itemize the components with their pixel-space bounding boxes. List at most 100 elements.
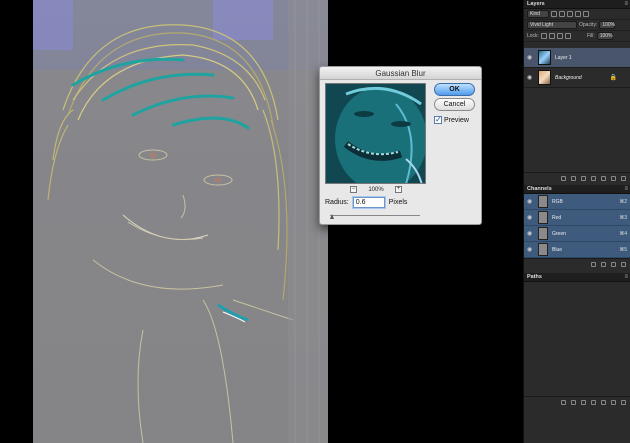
photo-edges	[33, 0, 328, 443]
load-selection-icon[interactable]	[591, 261, 596, 267]
tab-channels[interactable]: Channels	[527, 186, 552, 192]
menu-icon[interactable]: ≡	[624, 186, 627, 192]
layers-panel-header: Layers ≡	[524, 0, 630, 9]
channel-row[interactable]: ◉ Blue ⌘5	[524, 242, 630, 258]
filter-kind-select[interactable]: Kind	[527, 10, 549, 18]
channel-row[interactable]: ◉ Red ⌘3	[524, 210, 630, 226]
tab-layers[interactable]: Layers	[527, 1, 545, 7]
layers-empty-area[interactable]	[524, 88, 630, 172]
channel-row[interactable]: ◉ Green ⌘4	[524, 226, 630, 242]
eye-icon[interactable]: ◉	[527, 54, 535, 61]
folder-icon[interactable]	[601, 175, 606, 181]
blur-preview[interactable]	[325, 83, 426, 184]
channels-panel-header: Channels ≡	[524, 185, 630, 194]
trash-icon[interactable]	[621, 261, 626, 267]
filter-adjustment-icon[interactable]	[559, 11, 565, 17]
paths-panel-header: Paths ≡	[524, 273, 630, 282]
dialog-title[interactable]: Gaussian Blur	[320, 67, 481, 80]
opacity-value: 100%	[602, 22, 616, 28]
adjustment-icon[interactable]	[591, 175, 596, 181]
lock-pixels-icon[interactable]	[548, 33, 555, 39]
zoom-out-button[interactable]: −	[350, 186, 357, 193]
gaussian-blur-dialog: Gaussian Blur − 100% + OK Cancel ✓ Previ…	[319, 66, 482, 225]
channels-footer	[524, 258, 630, 269]
radius-input[interactable]: 0.6	[352, 197, 385, 208]
channel-shortcut: ⌘4	[619, 230, 627, 237]
filter-shape-icon[interactable]	[575, 11, 581, 17]
mask-icon[interactable]	[581, 175, 586, 181]
eye-icon[interactable]: ◉	[527, 198, 535, 205]
fill-value: 100%	[599, 33, 613, 39]
paths-footer	[524, 396, 630, 407]
opacity-input[interactable]: 100%	[599, 21, 616, 29]
layer-name[interactable]: Background	[555, 75, 610, 81]
eye-icon[interactable]: ◉	[527, 230, 535, 237]
layer-row[interactable]: ◉ Background 🔒	[524, 68, 630, 88]
channel-thumbnail	[538, 243, 548, 256]
stroke-path-icon[interactable]	[571, 399, 576, 405]
blend-mode-select[interactable]: Vivid Light	[527, 21, 577, 29]
lock-icon: 🔒	[609, 75, 617, 81]
channel-shortcut: ⌘5	[619, 246, 627, 253]
layer-row[interactable]: ◉ Layer 1	[524, 48, 630, 68]
layers-footer	[524, 172, 630, 183]
channel-thumbnail	[538, 227, 548, 240]
mask-icon[interactable]	[601, 399, 606, 405]
link-icon[interactable]	[561, 175, 566, 181]
fill-path-icon[interactable]	[561, 399, 566, 405]
trash-icon[interactable]	[621, 399, 626, 405]
filter-kind-value: Kind	[530, 11, 541, 17]
channel-row[interactable]: ◉ RGB ⌘2	[524, 194, 630, 210]
channel-name: Red	[552, 214, 562, 221]
fx-icon[interactable]	[571, 175, 576, 181]
panel-dock: Layers ≡ Kind Vivid Light Opacity: 100% …	[523, 0, 630, 443]
menu-icon[interactable]: ≡	[624, 1, 627, 7]
eye-icon[interactable]: ◉	[527, 246, 535, 253]
lock-row: Lock: Fill: 100%	[524, 31, 630, 42]
layer-thumbnail	[538, 70, 551, 85]
fill-input[interactable]: 100%	[596, 32, 613, 40]
channel-name: RGB	[552, 198, 563, 205]
radius-unit: Pixels	[388, 199, 408, 206]
preview-zoom-controls: − 100% +	[350, 185, 402, 194]
channel-name: Blue	[552, 246, 563, 253]
zoom-in-button[interactable]: +	[394, 186, 402, 193]
zoom-level: 100%	[368, 186, 384, 193]
ok-button[interactable]: OK	[434, 83, 475, 96]
trash-icon[interactable]	[621, 175, 626, 181]
filter-type-icon[interactable]	[567, 11, 573, 17]
cancel-button[interactable]: Cancel	[434, 98, 475, 111]
menu-icon[interactable]: ≡	[624, 274, 627, 280]
radius-slider-track[interactable]	[330, 215, 420, 216]
high-pass-photo	[33, 0, 328, 443]
eye-icon[interactable]: ◉	[527, 214, 535, 221]
radius-label: Radius:	[325, 199, 349, 206]
lock-all-icon[interactable]	[564, 33, 571, 39]
layer-name[interactable]: Layer 1	[555, 55, 627, 61]
channel-name: Green	[552, 230, 566, 237]
filter-pixel-icon[interactable]	[551, 11, 557, 17]
new-path-icon[interactable]	[611, 399, 616, 405]
load-path-icon[interactable]	[581, 399, 586, 405]
tab-paths[interactable]: Paths	[527, 274, 542, 280]
make-path-icon[interactable]	[591, 399, 596, 405]
preview-face-image	[326, 84, 425, 183]
filter-smart-icon[interactable]	[583, 11, 589, 17]
channel-shortcut: ⌘2	[619, 198, 627, 205]
preview-checkbox[interactable]: ✓	[434, 116, 442, 124]
eye-icon[interactable]: ◉	[527, 74, 535, 81]
fill-label: Fill:	[586, 33, 595, 39]
layer-filter-row: Kind	[524, 9, 630, 20]
new-channel-icon[interactable]	[611, 261, 616, 267]
save-selection-icon[interactable]	[601, 261, 606, 267]
layer-thumbnail	[538, 50, 551, 65]
lock-transparent-icon[interactable]	[540, 33, 547, 39]
new-layer-icon[interactable]	[611, 175, 616, 181]
blend-mode-value: Vivid Light	[530, 22, 553, 28]
channel-thumbnail	[538, 211, 548, 224]
lock-position-icon[interactable]	[556, 33, 563, 39]
lock-label: Lock:	[527, 33, 539, 39]
radius-row: Radius: 0.6 Pixels	[325, 197, 407, 208]
preview-checkbox-row[interactable]: ✓ Preview	[434, 116, 469, 124]
paths-empty-area[interactable]	[524, 282, 630, 396]
